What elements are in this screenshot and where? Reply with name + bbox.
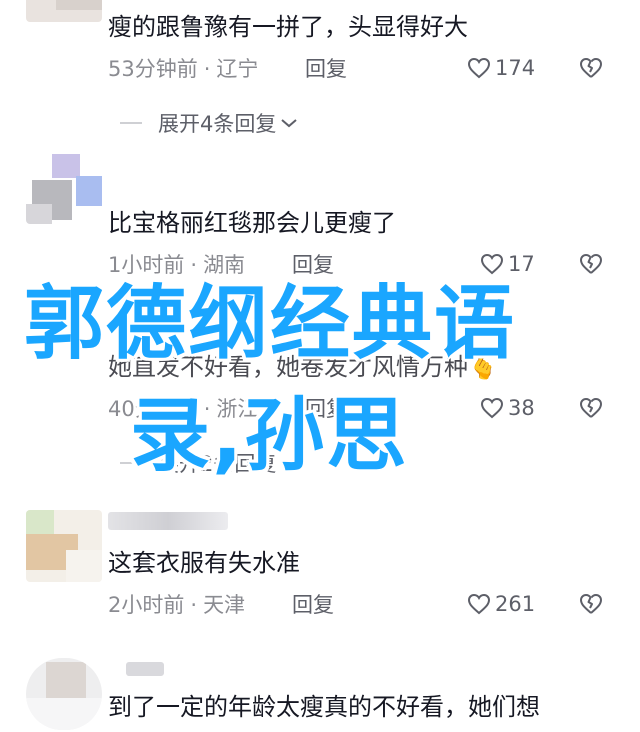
like-button[interactable]: 17 xyxy=(480,252,535,276)
like-count: 17 xyxy=(508,252,535,276)
comment-text: 瘦的跟鲁豫有一拼了，头显得好大 xyxy=(108,13,468,41)
like-button[interactable]: 38 xyxy=(480,396,535,420)
comment-location: 辽宁 xyxy=(216,57,259,81)
like-button[interactable]: 261 xyxy=(467,592,535,616)
broken-heart-icon xyxy=(580,398,602,418)
comment-location: 天津 xyxy=(203,593,246,617)
reply-button[interactable]: 回复 xyxy=(292,252,334,278)
avatar[interactable] xyxy=(26,658,102,730)
comment-text: 到了一定的年龄太瘦真的不好看，她们想 xyxy=(108,693,540,721)
like-count: 38 xyxy=(508,396,535,420)
heart-outline-icon xyxy=(467,57,491,79)
chevron-down-icon xyxy=(281,119,298,128)
comment-meta: 1小时前 · 湖南 xyxy=(108,252,245,278)
dislike-button[interactable] xyxy=(578,252,604,280)
overlay-title-line-2: 录,孙思 xyxy=(130,389,409,482)
nickname[interactable] xyxy=(108,512,228,530)
meta-separator: · xyxy=(190,593,198,617)
expand-replies-button[interactable]: 展开4条回复 xyxy=(120,108,298,138)
comment-text: 这套衣服有失水准 xyxy=(108,549,300,577)
broken-heart-icon xyxy=(580,58,602,78)
comment-meta: 53分钟前 · 辽宁 xyxy=(108,56,258,82)
comment-meta: 2小时前 · 天津 xyxy=(108,592,245,618)
dislike-button[interactable] xyxy=(578,56,604,84)
dislike-button[interactable] xyxy=(578,592,604,620)
avatar[interactable] xyxy=(26,510,102,582)
heart-outline-icon xyxy=(467,593,491,615)
broken-heart-icon xyxy=(580,594,602,614)
heart-outline-icon xyxy=(480,253,504,275)
comment-time: 2小时前 xyxy=(108,593,185,617)
reply-button[interactable]: 回复 xyxy=(292,592,334,618)
avatar[interactable] xyxy=(26,0,102,22)
divider xyxy=(120,122,142,124)
broken-heart-icon xyxy=(580,254,602,274)
comment-location: 湖南 xyxy=(203,253,246,277)
expand-label: 展开4条回复 xyxy=(158,112,277,136)
meta-separator: · xyxy=(190,253,198,277)
comment-text: 比宝格丽红毯那会儿更瘦了 xyxy=(108,209,396,237)
nickname[interactable] xyxy=(126,662,164,676)
avatar[interactable] xyxy=(26,152,102,224)
comment-time: 53分钟前 xyxy=(108,57,198,81)
like-count: 174 xyxy=(495,56,536,80)
reply-button[interactable]: 回复 xyxy=(305,56,347,82)
meta-separator: · xyxy=(203,57,211,81)
like-count: 261 xyxy=(495,592,536,616)
dislike-button[interactable] xyxy=(578,396,604,424)
comment-time: 1小时前 xyxy=(108,253,185,277)
like-button[interactable]: 174 xyxy=(467,56,535,80)
heart-outline-icon xyxy=(480,397,504,419)
overlay-title-line-1: 郭德纲经典语 xyxy=(24,277,516,370)
